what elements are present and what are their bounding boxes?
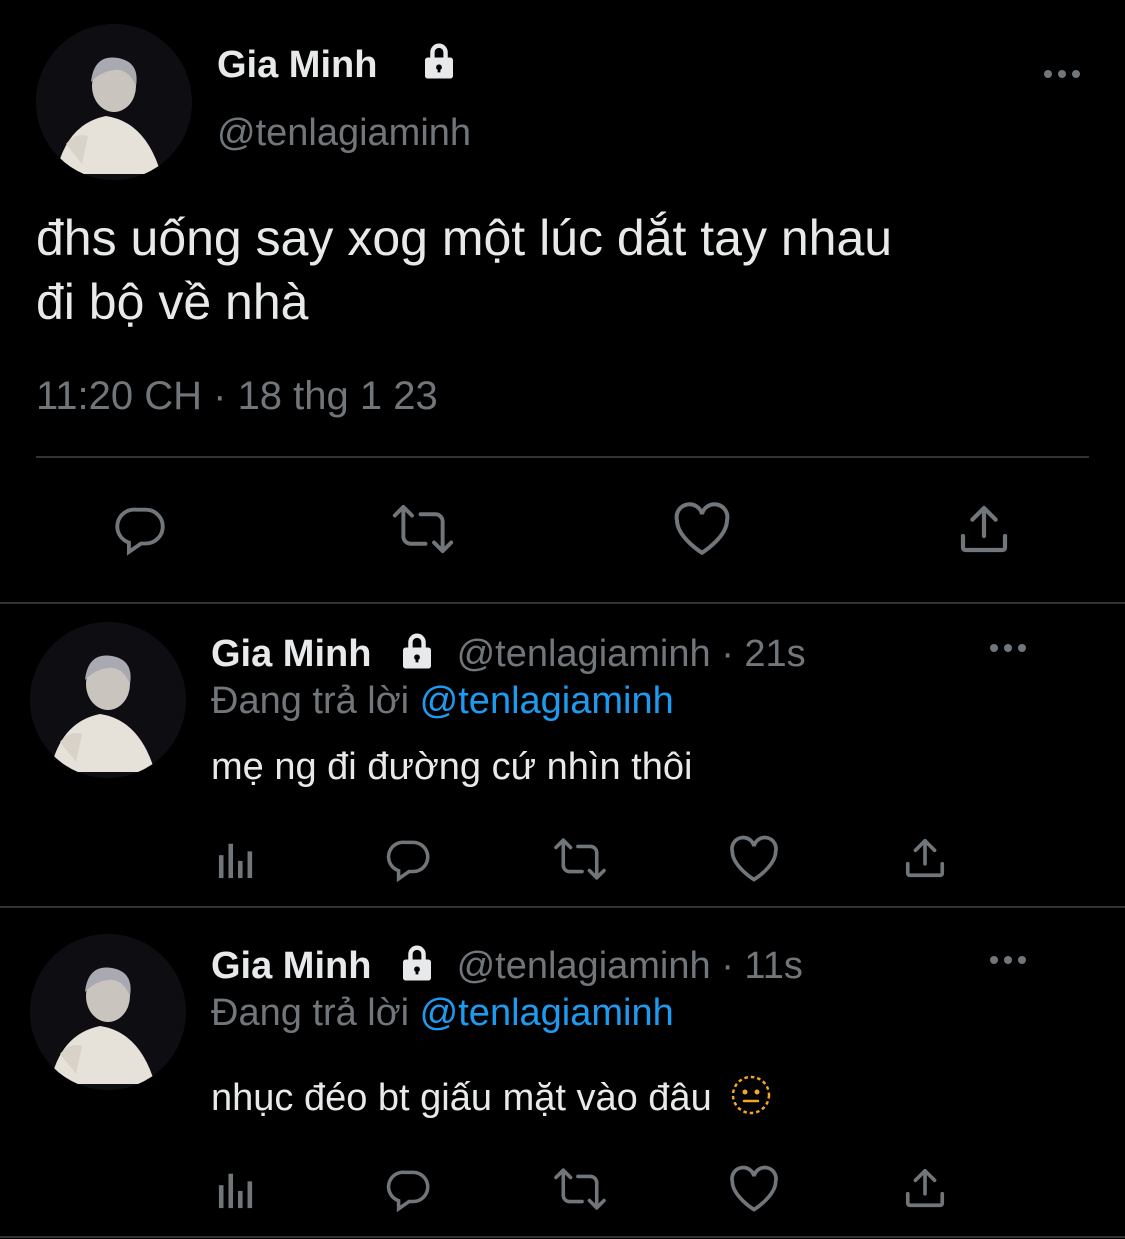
reply-icon[interactable] bbox=[384, 834, 434, 884]
analytics-icon[interactable] bbox=[216, 1168, 260, 1210]
reply-time[interactable]: · 11s bbox=[721, 945, 803, 987]
author-name[interactable]: Gia Minh bbox=[211, 945, 371, 987]
retweet-icon[interactable] bbox=[552, 836, 608, 882]
divider bbox=[0, 906, 1125, 908]
author-name[interactable]: Gia Minh bbox=[211, 633, 371, 675]
reply-time[interactable]: · 21s bbox=[721, 633, 805, 675]
share-icon[interactable] bbox=[902, 1164, 948, 1212]
tweet-text-line: đi bộ về nhà bbox=[36, 274, 309, 330]
mention-link[interactable]: @tenlagiaminh bbox=[420, 992, 674, 1034]
lock-icon bbox=[396, 942, 438, 994]
divider bbox=[0, 1236, 1125, 1238]
more-icon[interactable] bbox=[988, 950, 1028, 970]
divider bbox=[0, 602, 1125, 604]
retweet-icon[interactable] bbox=[552, 1166, 608, 1212]
retweet-icon[interactable] bbox=[390, 502, 456, 556]
reply-header: Gia Minh @tenlagiaminh · 21s bbox=[211, 630, 806, 682]
mention-link[interactable]: @tenlagiaminh bbox=[420, 680, 674, 722]
author-name[interactable]: Gia Minh bbox=[217, 44, 377, 87]
author-handle[interactable]: @tenlagiaminh bbox=[457, 945, 711, 987]
divider bbox=[36, 456, 1089, 458]
reply-text-row: nhục đéo bt giấu mặt vào đâu bbox=[211, 1074, 772, 1126]
neutral-face-emoji bbox=[730, 1074, 772, 1126]
tweet-text-line: đhs uống say xog một lúc dắt tay nhau bbox=[36, 210, 893, 266]
replying-to: Đang trả lời @tenlagiaminh bbox=[211, 680, 674, 723]
replying-to: Đang trả lời @tenlagiaminh bbox=[211, 992, 674, 1035]
tweet-timestamp[interactable]: 11:20 CH · 18 thg 1 23 bbox=[36, 374, 438, 419]
reply-icon[interactable] bbox=[112, 500, 170, 558]
avatar[interactable] bbox=[30, 934, 186, 1090]
like-icon[interactable] bbox=[728, 1164, 780, 1214]
author-handle[interactable]: @tenlagiaminh bbox=[457, 633, 711, 675]
share-icon[interactable] bbox=[902, 834, 948, 882]
lock-icon bbox=[418, 40, 460, 87]
tweet-text: đhs uống say xog một lúc dắt tay nhau đi… bbox=[36, 206, 892, 334]
like-icon[interactable] bbox=[672, 500, 732, 558]
share-icon[interactable] bbox=[956, 500, 1012, 558]
lock-icon bbox=[396, 630, 438, 682]
reply-header: Gia Minh @tenlagiaminh · 11s bbox=[211, 942, 803, 994]
avatar[interactable] bbox=[30, 622, 186, 778]
reply-icon[interactable] bbox=[384, 1164, 434, 1214]
avatar[interactable] bbox=[36, 24, 192, 180]
author-handle[interactable]: @tenlagiaminh bbox=[217, 112, 471, 155]
analytics-icon[interactable] bbox=[216, 838, 260, 880]
replying-prefix: Đang trả lời bbox=[211, 992, 410, 1034]
replying-prefix: Đang trả lời bbox=[211, 680, 410, 722]
like-icon[interactable] bbox=[728, 834, 780, 884]
more-icon[interactable] bbox=[1042, 64, 1082, 84]
reply-text: mẹ ng đi đường cứ nhìn thôi bbox=[211, 746, 693, 788]
reply-text: nhục đéo bt giấu mặt vào đâu bbox=[211, 1077, 712, 1120]
more-icon[interactable] bbox=[988, 638, 1028, 658]
